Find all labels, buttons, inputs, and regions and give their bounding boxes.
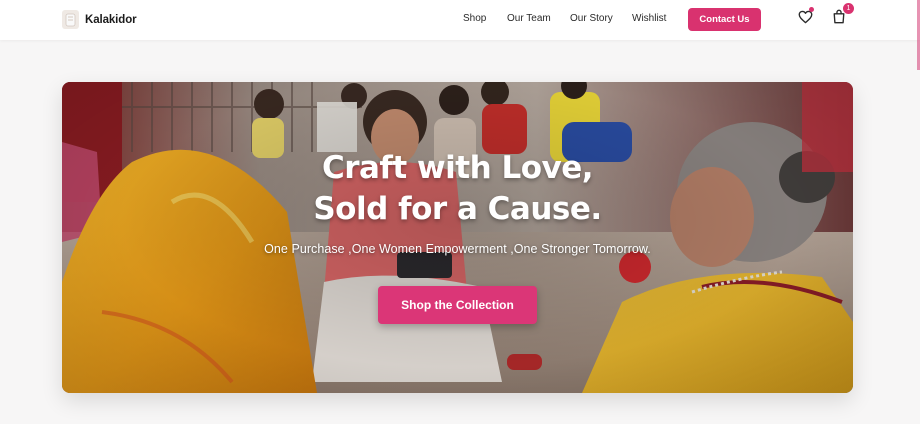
nav-link-our-story[interactable]: Our Story bbox=[570, 13, 613, 24]
cart-count-badge: 1 bbox=[843, 3, 854, 14]
hero-subtitle: One Purchase ,One Women Empowerment ,One… bbox=[264, 242, 651, 256]
hero-overlay bbox=[62, 82, 853, 393]
hero-banner: Craft with Love, Sold for a Cause. One P… bbox=[62, 82, 853, 393]
hero-title-line-2: Sold for a Cause. bbox=[313, 191, 602, 227]
wishlist-indicator-dot bbox=[809, 7, 814, 12]
nav-link-wishlist[interactable]: Wishlist bbox=[632, 13, 666, 24]
heart-icon[interactable] bbox=[798, 10, 813, 29]
contact-us-button[interactable]: Contact Us bbox=[688, 8, 761, 31]
main-nav: Shop Our Team Our Story Wishlist bbox=[0, 13, 920, 27]
top-navbar: Kalakidor Shop Our Team Our Story Wishli… bbox=[0, 0, 920, 40]
nav-link-shop[interactable]: Shop bbox=[463, 13, 486, 24]
shop-the-collection-button[interactable]: Shop the Collection bbox=[378, 286, 537, 324]
nav-link-our-team[interactable]: Our Team bbox=[507, 13, 551, 24]
hero-title-line-1: Craft with Love, bbox=[321, 150, 594, 186]
